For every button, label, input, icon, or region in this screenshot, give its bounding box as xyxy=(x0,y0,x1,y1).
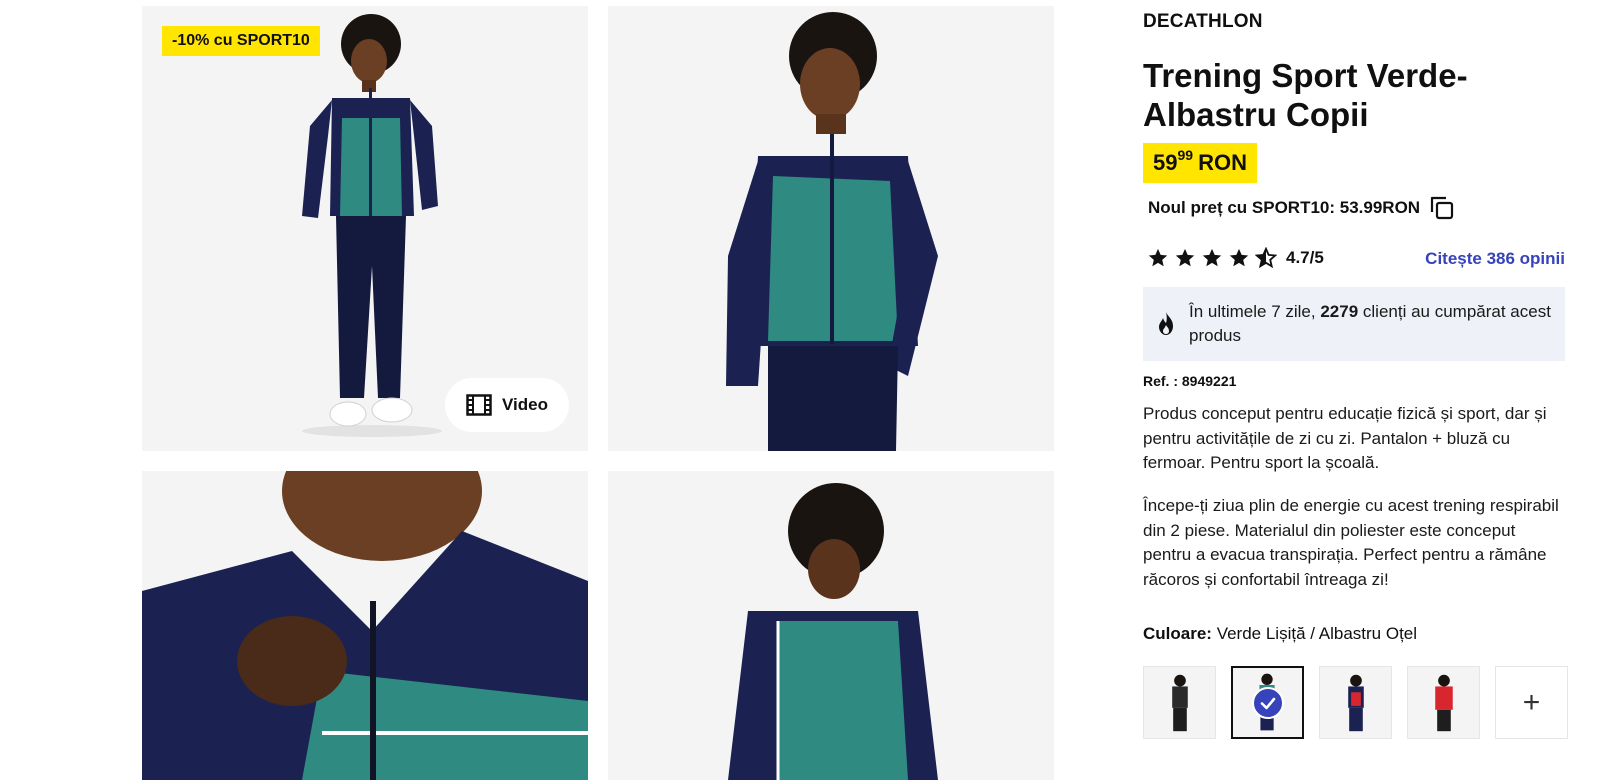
more-colours-button[interactable]: + xyxy=(1495,666,1568,739)
product-reference: Ref. : 8949221 xyxy=(1143,373,1237,389)
swatch-thumbnail xyxy=(1348,674,1364,732)
star-icon xyxy=(1148,248,1168,267)
product-photo xyxy=(726,12,938,451)
copy-icon[interactable] xyxy=(1428,194,1456,222)
promo-price-row: Noul preț cu SPORT10: 53.99RON xyxy=(1148,194,1456,222)
swatch-thumbnail xyxy=(1172,674,1188,732)
social-proof-count: 2279 xyxy=(1320,302,1359,321)
product-gallery: -10% cu SPORT10 Video xyxy=(142,6,1054,780)
price-decimals: 99 xyxy=(1177,147,1194,163)
price-badge: 59 99 RON xyxy=(1143,143,1257,183)
brand-name[interactable]: DECATHLON xyxy=(1143,11,1263,33)
description-long: Începe-ți ziua plin de energie cu acest … xyxy=(1143,496,1559,589)
product-image-side[interactable] xyxy=(608,6,1054,451)
colour-value: Verde Lișiță / Albastru Oțel xyxy=(1211,624,1418,643)
product-photo xyxy=(728,483,938,780)
product-image-closeup[interactable] xyxy=(142,471,588,780)
price-integer: 59 xyxy=(1153,150,1178,175)
video-label: Video xyxy=(502,395,548,414)
film-icon xyxy=(466,394,492,416)
product-photo xyxy=(142,471,588,780)
video-button[interactable]: Video xyxy=(445,378,569,432)
social-proof-text: În ultimele 7 zile, 2279 clienți au cump… xyxy=(1189,300,1553,348)
price-currency: RON xyxy=(1198,150,1247,175)
plus-icon: + xyxy=(1522,685,1541,719)
promo-badge: -10% cu SPORT10 xyxy=(162,26,320,56)
swatch-thumbnail xyxy=(1435,674,1453,732)
reviews-link[interactable]: Citește 386 opinii xyxy=(1425,249,1565,269)
fire-icon xyxy=(1159,312,1173,335)
rating-value: 4.7/5 xyxy=(1286,248,1324,267)
promo-price-text: Noul preț cu SPORT10: 53.99RON xyxy=(1148,198,1421,217)
product-image-front[interactable]: -10% cu SPORT10 Video xyxy=(142,6,588,451)
product-image-back[interactable] xyxy=(608,471,1054,780)
swatch-navy-red[interactable] xyxy=(1319,666,1392,739)
star-icon xyxy=(1175,248,1195,267)
star-half-icon xyxy=(1255,247,1277,269)
description-short: Produs conceput pentru educație fizică ș… xyxy=(1143,404,1547,472)
star-icon xyxy=(1229,248,1249,267)
social-proof-before: În ultimele 7 zile, xyxy=(1189,302,1321,321)
rating: 4.7/5 xyxy=(1147,247,1324,269)
star-icon xyxy=(1202,248,1222,267)
swatch-black[interactable] xyxy=(1143,666,1216,739)
check-icon xyxy=(1260,697,1276,710)
social-proof-box: În ultimele 7 zile, 2279 clienți au cump… xyxy=(1143,287,1565,361)
colour-swatches: + xyxy=(1143,666,1568,739)
swatch-green-blue[interactable] xyxy=(1231,666,1304,739)
selected-check xyxy=(1252,687,1284,719)
colour-row: Culoare: Verde Lișiță / Albastru Oțel xyxy=(1143,624,1417,644)
colour-label: Culoare: xyxy=(1143,624,1212,643)
swatch-red[interactable] xyxy=(1407,666,1480,739)
product-title: Trening Sport Verde-Albastru Copii xyxy=(1143,57,1468,133)
